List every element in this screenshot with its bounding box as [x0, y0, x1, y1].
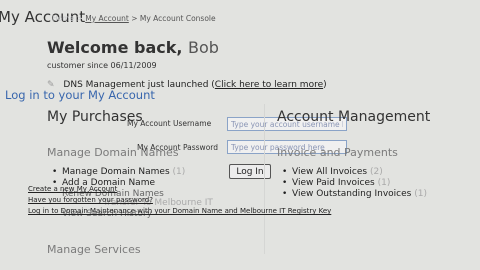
account-management-heading: Account Management — [277, 109, 431, 125]
forgot-password-link[interactable]: Have you forgotten your password? — [28, 196, 153, 204]
bullet-icon: • — [282, 178, 288, 188]
invoice-list-item[interactable]: • View All Invoices (2) — [282, 167, 383, 177]
password-label: My Account Password — [137, 143, 218, 152]
bullet-icon: • — [52, 167, 58, 177]
domain-list-item[interactable]: • Manage Domain Names (1) — [52, 167, 185, 177]
breadcrumb-sep: > — [131, 14, 138, 23]
domain-item-count: (1) — [172, 167, 186, 177]
invoice-payments-heading: Invoice and Payments — [277, 146, 398, 159]
invoice-item-label: View All Invoices — [292, 167, 368, 177]
breadcrumb-home[interactable]: Home — [52, 14, 74, 23]
invoice-list-item[interactable]: • View Paid Invoices (1) — [282, 178, 390, 188]
column-divider — [264, 104, 265, 254]
bullet-icon: • — [282, 167, 288, 177]
invoice-item-label: View Paid Invoices — [292, 178, 375, 188]
breadcrumb-sep: > — [76, 14, 83, 23]
welcome-heading: Welcome back, Bob — [47, 38, 219, 57]
bullet-icon: • — [282, 189, 288, 199]
legacy-login-text: Log in to Domain Maintenance with your D… — [28, 207, 332, 215]
announcement-close-paren: ) — [323, 80, 327, 90]
breadcrumb-my-account[interactable]: My Account — [85, 14, 129, 23]
legacy-login-link[interactable]: Log in to Domain Maintenance with your D… — [28, 207, 331, 215]
invoice-item-label: View Outstanding Invoices — [292, 189, 412, 199]
invoice-item-count: (1) — [414, 189, 427, 199]
create-account-link[interactable]: Create a new My Account — [28, 185, 117, 193]
username-label: My Account Username — [127, 119, 212, 128]
invoice-item-count: (1) — [377, 178, 391, 188]
domain-item-label: Manage Domain Names — [62, 167, 170, 177]
invoice-item-count: (2) — [369, 167, 383, 177]
invoice-list-item[interactable]: • View Outstanding Invoices (1) — [282, 189, 427, 199]
manage-services-heading: Manage Services — [47, 243, 141, 256]
welcome-greeting: Welcome back, — [47, 38, 183, 57]
breadcrumb-current: My Account Console — [139, 14, 216, 23]
customer-since: customer since 06/11/2009 — [47, 61, 157, 70]
breadcrumb: Home > My Account > My Account Console — [52, 14, 216, 23]
learn-more-link[interactable]: Click here to learn more — [215, 80, 323, 90]
login-title: Log in to your My Account — [5, 88, 155, 102]
user-name: Bob — [188, 38, 219, 57]
